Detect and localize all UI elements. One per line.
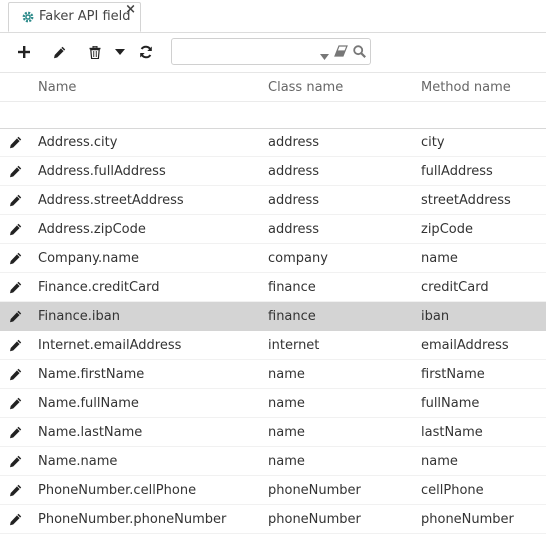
gear-icon — [21, 10, 35, 24]
add-button[interactable] — [15, 41, 33, 63]
table-row[interactable]: PhoneNumber.phoneNumber phoneNumber phoneN… — [0, 505, 546, 534]
cell-class-name: address — [268, 164, 320, 179]
pencil-icon[interactable] — [9, 426, 22, 443]
search-box — [171, 38, 371, 65]
cell-class-name: address — [268, 222, 320, 237]
cell-name: Name.fullName — [38, 396, 139, 411]
cell-method-name: iban — [421, 309, 450, 324]
eraser-icon[interactable] — [334, 45, 348, 61]
cell-name: Finance.creditCard — [38, 280, 160, 295]
pencil-icon[interactable] — [9, 310, 22, 327]
cell-class-name: phoneNumber — [268, 483, 361, 498]
search-icon[interactable] — [353, 45, 366, 62]
cell-method-name: fullName — [421, 396, 480, 411]
table-row[interactable]: Name.name name name — [0, 447, 546, 476]
pencil-icon[interactable] — [9, 339, 22, 356]
cell-class-name: company — [268, 251, 328, 266]
table-row[interactable]: Address.zipCode address zipCode — [0, 215, 546, 244]
cell-class-name: phoneNumber — [268, 512, 361, 527]
cell-class-name: address — [268, 135, 320, 150]
more-actions-dropdown[interactable] — [113, 41, 127, 63]
pencil-icon[interactable] — [9, 513, 22, 530]
cell-name: Address.fullAddress — [38, 164, 166, 179]
refresh-button[interactable] — [137, 41, 155, 63]
cell-class-name: name — [268, 367, 305, 382]
trash-icon — [89, 45, 101, 59]
refresh-icon — [140, 45, 152, 59]
cell-class-name: finance — [268, 280, 316, 295]
table-row[interactable]: Address.streetAddress address streetAddres… — [0, 186, 546, 215]
cell-name: PhoneNumber.cellPhone — [38, 483, 197, 498]
pencil-icon[interactable] — [9, 165, 22, 182]
table-row[interactable]: Internet.emailAddress internet emailAddres… — [0, 331, 546, 360]
cell-method-name: firstName — [421, 367, 485, 382]
pencil-icon[interactable] — [9, 281, 22, 298]
table-row[interactable]: Finance.iban finance iban — [0, 302, 546, 331]
cell-method-name: cellPhone — [421, 483, 484, 498]
table-row[interactable]: Name.fullName name fullName — [0, 389, 546, 418]
cell-method-name: phoneNumber — [421, 512, 514, 527]
filter-row — [0, 101, 546, 129]
cell-method-name: emailAddress — [421, 338, 509, 353]
table-row[interactable]: PhoneNumber.cellPhone phoneNumber cellPhon… — [0, 476, 546, 505]
pencil-icon[interactable] — [9, 397, 22, 414]
column-header-name[interactable]: Name — [38, 80, 76, 95]
cell-name: Name.name — [38, 454, 118, 469]
cell-name: Name.firstName — [38, 367, 145, 382]
tab-label: Faker API field — [39, 9, 131, 24]
pencil-icon[interactable] — [9, 136, 22, 153]
cell-class-name: internet — [268, 338, 320, 353]
pencil-icon[interactable] — [9, 252, 22, 269]
cell-method-name: creditCard — [421, 280, 489, 295]
search-input[interactable] — [178, 42, 318, 61]
table-row[interactable]: Address.fullAddress address fullAddress — [0, 157, 546, 186]
cell-name: PhoneNumber.phoneNumber — [38, 512, 227, 527]
tab-faker-api-field[interactable]: Faker API field × — [8, 2, 141, 32]
cell-name: Finance.iban — [38, 309, 120, 324]
table-header: Name Class name Method name — [0, 72, 546, 102]
column-header-class-name[interactable]: Class name — [268, 80, 343, 95]
cell-method-name: fullAddress — [421, 164, 493, 179]
pencil-icon[interactable] — [9, 484, 22, 501]
cell-class-name: name — [268, 425, 305, 440]
cell-class-name: name — [268, 396, 305, 411]
cell-method-name: name — [421, 454, 458, 469]
cell-name: Company.name — [38, 251, 139, 266]
cell-name: Address.streetAddress — [38, 193, 184, 208]
cell-class-name: finance — [268, 309, 316, 324]
cell-name: Address.zipCode — [38, 222, 146, 237]
cell-method-name: zipCode — [421, 222, 473, 237]
cell-class-name: name — [268, 454, 305, 469]
edit-button[interactable] — [50, 41, 68, 63]
cell-name: Address.city — [38, 135, 118, 150]
tab-bar: Faker API field × — [0, 0, 546, 33]
filter-dropdown-icon[interactable] — [320, 49, 329, 64]
table-row[interactable]: Company.name company name — [0, 244, 546, 273]
table-row[interactable]: Name.lastName name lastName — [0, 418, 546, 447]
toolbar — [0, 33, 546, 71]
table-body: Address.city address city Address.fullAddre… — [0, 128, 546, 534]
cell-method-name: lastName — [421, 425, 483, 440]
table-row[interactable]: Name.firstName name firstName — [0, 360, 546, 389]
pencil-icon — [53, 46, 65, 58]
cell-method-name: name — [421, 251, 458, 266]
pencil-icon[interactable] — [9, 223, 22, 240]
pencil-icon[interactable] — [9, 368, 22, 385]
cell-name: Internet.emailAddress — [38, 338, 182, 353]
cell-name: Name.lastName — [38, 425, 143, 440]
pencil-icon[interactable] — [9, 194, 22, 211]
pencil-icon[interactable] — [9, 455, 22, 472]
delete-button[interactable] — [86, 41, 104, 63]
column-header-method-name[interactable]: Method name — [421, 80, 511, 95]
table-row[interactable]: Address.city address city — [0, 128, 546, 157]
cell-method-name: city — [421, 135, 445, 150]
plus-icon — [18, 46, 30, 58]
cell-method-name: streetAddress — [421, 193, 511, 208]
close-icon[interactable]: × — [125, 3, 136, 17]
cell-class-name: address — [268, 193, 320, 208]
table-row[interactable]: Finance.creditCard finance creditCard — [0, 273, 546, 302]
caret-down-icon — [115, 49, 125, 55]
